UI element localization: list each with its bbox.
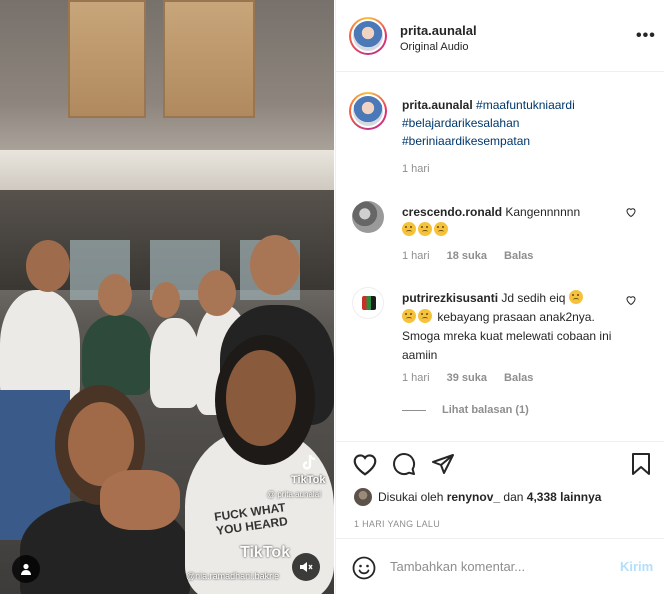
comment-username[interactable]: crescendo.ronald [402, 205, 502, 219]
caption-meta: 1 hari [402, 163, 444, 175]
tiktok-watermark-2: TikTok [240, 544, 291, 561]
sad-face-emoji [418, 309, 432, 323]
person-head [26, 240, 70, 292]
hashtag-link[interactable]: #maafuntukniaardi [476, 98, 575, 112]
post-actions: Disukai oleh renynov_ dan 4,338 lainnya … [336, 441, 664, 550]
person [82, 315, 152, 395]
post-header: prita.aunalal Original Audio ••• [336, 0, 664, 72]
avatar[interactable] [349, 17, 387, 55]
save-bookmark-icon[interactable] [630, 452, 652, 476]
comment-body: kebayang prasaan anak2nya. Smoga mreka k… [402, 310, 612, 362]
comment-input[interactable] [390, 555, 610, 577]
tiktok-handle-2-text: @nia.ramadhani.bakrie [186, 571, 280, 581]
tiktok-watermark: TikTok [291, 454, 325, 486]
sad-face-emoji [402, 309, 416, 323]
tiktok-brand-text: TikTok [291, 474, 326, 486]
comment-body: Jd sedih eiq [501, 291, 566, 305]
person-head [198, 270, 236, 316]
view-replies-label: Lihat balasan (1) [442, 404, 529, 416]
audio-label[interactable]: Original Audio [400, 41, 469, 53]
comment-time[interactable]: 1 hari [402, 372, 430, 384]
comment-item: putrirezkisusanti Jd sedih eiq kebayang … [336, 284, 664, 434]
hashtag-link[interactable]: #beriniaardikesempatan [402, 134, 530, 148]
add-comment-bar: Kirim [336, 538, 664, 594]
post-media[interactable]: FUCK WHAT YOU HEARD TikTok @ prita.aunal… [0, 0, 334, 594]
comment-text: crescendo.ronald Kangennnnnn [402, 203, 632, 239]
hashtag-link[interactable]: #belajardarikesalahan [402, 116, 519, 130]
replies-divider [402, 409, 426, 411]
like-comment-heart-icon[interactable] [625, 206, 637, 218]
like-comment-heart-icon[interactable] [625, 294, 637, 306]
view-replies[interactable]: Lihat balasan (1) [402, 404, 529, 416]
caption-avatar[interactable] [349, 92, 387, 130]
mute-button[interactable] [292, 553, 320, 581]
caption-username[interactable]: prita.aunalal [402, 98, 473, 112]
tagged-users-button[interactable] [12, 555, 40, 583]
likes-summary: Disukai oleh renynov_ dan 4,338 lainnya [354, 488, 601, 506]
wood-panel [163, 0, 255, 118]
comment-body: Kangennnnnn [505, 205, 581, 219]
post-comment-button[interactable]: Kirim [620, 559, 653, 574]
likes-prefix: Disukai oleh [378, 490, 447, 504]
muted-speaker-icon [300, 562, 313, 572]
post-side-panel: prita.aunalal Original Audio ••• prita.a… [335, 0, 664, 594]
person [150, 318, 200, 408]
comments-section: prita.aunalal #maafuntukniaardi #belajar… [336, 73, 664, 441]
reply-button[interactable]: Balas [504, 372, 533, 384]
like-heart-icon[interactable] [352, 452, 378, 476]
tiktok-handle-2: @nia.ramadhani.bakrie [186, 571, 279, 581]
likes-count[interactable]: 4,338 lainnya [527, 490, 602, 504]
reply-button[interactable]: Balas [504, 250, 533, 262]
ceiling-beam [0, 150, 334, 190]
emoji-picker-icon[interactable] [352, 556, 376, 580]
tiktok-icon [302, 454, 316, 470]
sad-face-emoji [434, 222, 448, 236]
heart-hands [100, 470, 180, 530]
sad-face-emoji [568, 290, 583, 304]
tiktok-handle: @ prita.aunalal [267, 490, 321, 499]
post-date[interactable]: 1 HARI YANG LALU [354, 519, 440, 529]
comment-meta: 1 hari 39 suka Balas [402, 372, 547, 384]
comment-item: crescendo.ronald Kangennnnnn 1 hari 18 s… [336, 198, 664, 278]
wood-panel [68, 0, 146, 118]
comment-likes[interactable]: 39 suka [447, 372, 487, 384]
sad-face-emoji [402, 222, 416, 236]
header-username[interactable]: prita.aunalal [400, 23, 477, 38]
share-paper-plane-icon[interactable] [430, 452, 456, 476]
comment-meta: 1 hari 18 suka Balas [402, 250, 547, 262]
caption-text: prita.aunalal #maafuntukniaardi #belajar… [402, 96, 652, 150]
person-head [250, 235, 300, 295]
user-icon [21, 563, 31, 575]
comment-likes[interactable]: 18 suka [447, 250, 487, 262]
likes-mid: dan [500, 490, 527, 504]
comment-time[interactable]: 1 hari [402, 250, 430, 262]
comment-bubble-icon[interactable] [391, 452, 417, 476]
liker-username[interactable]: renynov_ [447, 490, 500, 504]
commenter-avatar[interactable] [352, 201, 384, 233]
person-head [98, 274, 132, 316]
liker-avatar[interactable] [354, 488, 372, 506]
person-head [152, 282, 180, 318]
comment-text: putrirezkisusanti Jd sedih eiq kebayang … [402, 289, 622, 365]
comment-username[interactable]: putrirezkisusanti [402, 291, 498, 305]
person-head [226, 350, 296, 446]
more-options-button[interactable]: ••• [636, 27, 656, 45]
commenter-avatar[interactable] [352, 287, 384, 319]
caption-time[interactable]: 1 hari [402, 163, 430, 175]
sad-face-emoji [418, 222, 432, 236]
